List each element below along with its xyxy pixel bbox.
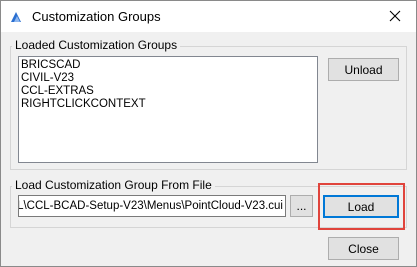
annotation-highlight: [318, 183, 405, 230]
close-icon[interactable]: [384, 6, 406, 26]
list-item[interactable]: RIGHTCLICKCONTEXT: [21, 98, 317, 111]
file-path-field[interactable]: \CCL\CCL-BCAD-Setup-V23\Menus\PointCloud…: [18, 195, 286, 217]
loaded-groups-list[interactable]: BRICSCAD CIVIL-V23 CCL-EXTRAS RIGHTCLICK…: [18, 56, 318, 163]
customization-groups-dialog: Customization Groups Loaded Customizatio…: [0, 0, 417, 267]
unload-button[interactable]: Unload: [328, 58, 399, 81]
list-item[interactable]: BRICSCAD: [21, 59, 317, 72]
list-item[interactable]: CCL-EXTRAS: [21, 85, 317, 98]
file-path-value: \CCL\CCL-BCAD-Setup-V23\Menus\PointCloud…: [18, 200, 283, 212]
load-group-label: Load Customization Group From File: [12, 178, 215, 192]
bricscad-logo-icon: [11, 12, 21, 22]
window-title: Customization Groups: [32, 9, 161, 24]
loaded-groups-label: Loaded Customization Groups: [12, 38, 181, 52]
title-bar: Customization Groups: [1, 1, 416, 32]
list-item[interactable]: CIVIL-V23: [21, 72, 317, 85]
close-button[interactable]: Close: [328, 237, 399, 260]
browse-button[interactable]: ...: [290, 195, 313, 217]
